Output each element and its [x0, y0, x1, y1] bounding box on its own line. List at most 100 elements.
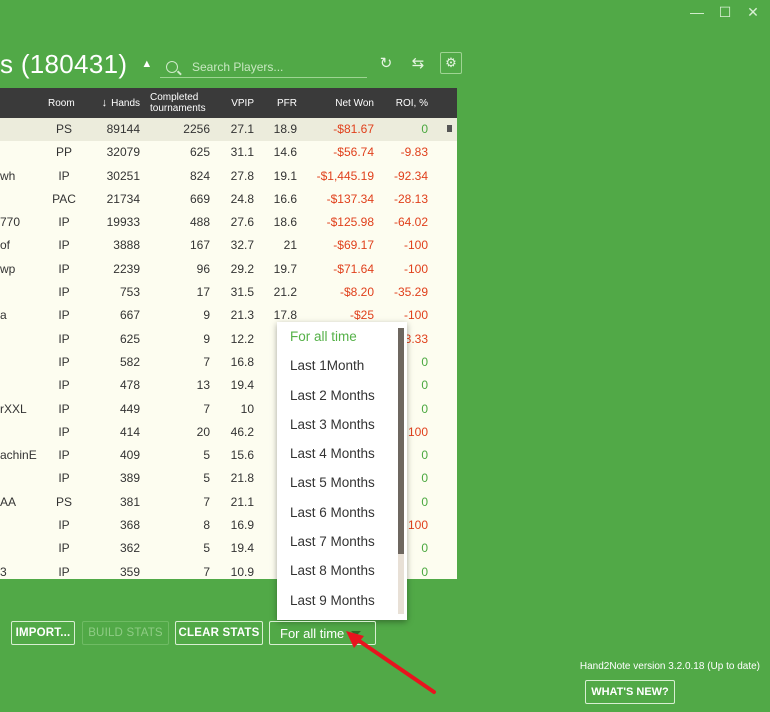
cell-name	[0, 514, 40, 537]
dropdown-option[interactable]: Last 2 Months	[277, 381, 407, 410]
toolbar-icons: ↻ ⇆ ⚙	[376, 52, 462, 74]
cell-hands: 389	[119, 471, 140, 486]
cell-pfr: 14.6	[273, 145, 297, 160]
cell-vpip: 27.8	[230, 168, 254, 183]
column-hands[interactable]: ↓ Hands	[96, 88, 140, 118]
import-button[interactable]: IMPORT...	[11, 621, 75, 645]
column-roi[interactable]: ROI, %	[384, 88, 428, 118]
cell-roi: -28.13	[393, 191, 428, 206]
cell-roi: -64.02	[393, 215, 428, 230]
search-input[interactable]	[190, 58, 364, 75]
table-row[interactable]: wp IP 2239 96 29.2 19.7 -$71.64 -100	[0, 258, 457, 281]
dropdown-option[interactable]: Last 8 Months	[277, 556, 407, 585]
cell-vpip: 10	[240, 401, 254, 416]
cell-hands: 667	[119, 308, 140, 323]
table-row[interactable]: IP 753 17 31.5 21.2 -$8.20 -35.29	[0, 281, 457, 304]
cell-vpip: 31.1	[230, 145, 254, 160]
dropdown-option[interactable]: For all time	[277, 322, 407, 351]
dropdown-option[interactable]: Last 5 Months	[277, 468, 407, 497]
cell-net-won: -$69.17	[333, 238, 374, 253]
cell-hands: 625	[119, 331, 140, 346]
dropdown-option[interactable]: Last 6 Months	[277, 498, 407, 527]
cell-net-won: -$1,445.19	[316, 168, 374, 183]
cell-name: achinE	[0, 448, 37, 463]
cell-completed: 5	[203, 448, 210, 463]
cell-hands: 409	[119, 448, 140, 463]
cell-name	[0, 188, 40, 211]
clear-stats-button[interactable]: CLEAR STATS	[175, 621, 263, 645]
close-icon[interactable]: ✕	[746, 4, 760, 21]
column-pfr[interactable]: PFR	[266, 88, 297, 118]
cell-roi: -92.34	[393, 168, 428, 183]
dropdown-option[interactable]: Last 7 Months	[277, 527, 407, 556]
cell-net-won: -$71.64	[333, 261, 374, 276]
dropdown-scroll-thumb[interactable]	[398, 328, 404, 554]
build-stats-button[interactable]: BUILD STATS	[82, 621, 169, 645]
table-row[interactable]: wh IP 30251 824 27.8 19.1 -$1,445.19 -92.34	[0, 165, 457, 188]
column-net-won[interactable]: Net Won	[310, 88, 374, 118]
gear-icon[interactable]: ⚙	[440, 52, 462, 74]
cell-vpip: 16.8	[230, 354, 254, 369]
maximize-icon[interactable]: ☐	[718, 4, 732, 21]
cell-completed: 488	[189, 215, 210, 230]
cell-completed: 17	[196, 285, 210, 300]
dropdown-option[interactable]: Last 1Month	[277, 351, 407, 380]
cell-vpip: 21.1	[230, 494, 254, 509]
cell-name: 770	[0, 215, 21, 230]
table-row[interactable]: PAC 21734 669 24.8 16.6 -$137.34 -28.13	[0, 188, 457, 211]
cell-room: PS	[55, 122, 72, 136]
cell-net-won: -$81.67	[333, 122, 374, 136]
cell-name	[0, 328, 40, 351]
cell-hands: 3888	[113, 238, 140, 253]
cell-name	[0, 281, 40, 304]
cell-hands: 19933	[106, 215, 140, 230]
cell-name: rXXL	[0, 401, 27, 416]
cell-vpip: 12.2	[230, 331, 254, 346]
cell-hands: 381	[119, 494, 140, 509]
search-box[interactable]	[160, 56, 367, 78]
dropdown-option[interactable]: Last 4 Months	[277, 439, 407, 468]
cell-vpip: 31.5	[230, 285, 254, 300]
cell-hands: 478	[119, 378, 140, 393]
cell-room: IP	[58, 424, 70, 439]
cell-name	[0, 537, 40, 560]
table-row[interactable]: PS 89144 2256 27.1 18.9 -$81.67 0	[0, 118, 457, 142]
table-scrollbar[interactable]	[447, 125, 452, 132]
cell-hands: 32079	[106, 145, 140, 160]
cell-vpip: 19.4	[230, 378, 254, 393]
cell-completed: 7	[203, 401, 210, 416]
cell-room: IP	[58, 308, 70, 323]
table-row[interactable]: PP 32079 625 31.1 14.6 -$56.74 -9.83	[0, 141, 457, 164]
cell-hands: 362	[119, 541, 140, 556]
cell-completed: 7	[203, 494, 210, 509]
annotation-arrow-icon	[346, 631, 436, 694]
cell-vpip: 19.4	[230, 541, 254, 556]
cell-room: PS	[55, 494, 72, 509]
cell-vpip: 32.7	[230, 238, 254, 253]
cell-room: IP	[58, 541, 70, 556]
cell-name	[0, 421, 40, 444]
column-room[interactable]: Room	[48, 88, 75, 118]
page-title: s (180431)	[0, 48, 128, 79]
cell-completed: 7	[203, 564, 210, 579]
table-row[interactable]: of IP 3888 167 32.7 21 -$69.17 -100	[0, 234, 457, 257]
search-icon	[166, 60, 178, 73]
cell-completed: 625	[189, 145, 210, 160]
cell-completed: 20	[196, 424, 210, 439]
cell-name: AA	[0, 494, 17, 509]
dropdown-option[interactable]: Last 3 Months	[277, 410, 407, 439]
cell-pfr: 19.1	[273, 168, 297, 183]
minimize-icon[interactable]: —	[690, 4, 704, 21]
column-completed[interactable]: Completed tournaments	[150, 88, 206, 118]
table-row[interactable]: 770 IP 19933 488 27.6 18.6 -$125.98 -64.02	[0, 211, 457, 234]
whats-new-button[interactable]: WHAT'S NEW?	[585, 680, 675, 704]
cell-vpip: 10.9	[230, 564, 254, 579]
cell-completed: 9	[203, 331, 210, 346]
cell-pfr: 18.9	[273, 122, 297, 136]
column-vpip[interactable]: VPIP	[222, 88, 254, 118]
refresh-icon[interactable]: ↻	[376, 54, 396, 72]
caret-up-icon[interactable]: ▲	[141, 58, 152, 70]
filter-icon[interactable]: ⇆	[408, 54, 428, 72]
dropdown-option[interactable]: Last 9 Months	[277, 586, 407, 615]
cell-hands: 89144	[106, 122, 140, 136]
